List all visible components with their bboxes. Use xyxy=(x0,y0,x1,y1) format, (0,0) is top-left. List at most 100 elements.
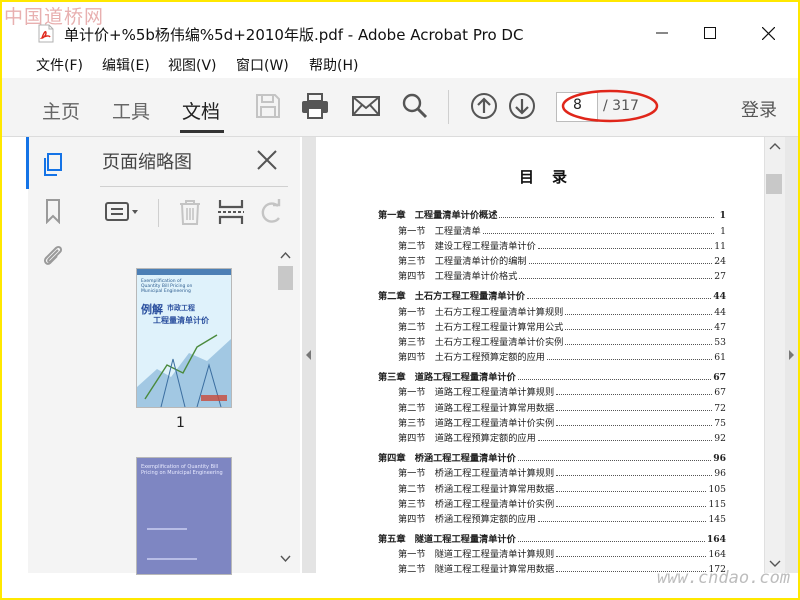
panel-close-button[interactable] xyxy=(257,150,277,170)
toc-entry-label: 第五章 隧道工程工程量清单计价 xyxy=(378,534,516,545)
toc-section-row[interactable]: 第三节 工程量清单计价的编制 24 xyxy=(398,253,726,267)
toc-section-row[interactable]: 第二节 土石方工程工程量计算常用公式 47 xyxy=(398,319,726,333)
toc-entry-label: 第三节 工程量清单计价的编制 xyxy=(398,256,527,267)
close-window-button[interactable] xyxy=(748,18,788,48)
toc-section-row[interactable]: 第一节 道路工程工程量清单计算规则 67 xyxy=(398,384,726,398)
rotate-page-button[interactable] xyxy=(257,198,287,226)
toc-entry-page: 53 xyxy=(714,337,726,348)
toc-entry-label: 第二节 土石方工程工程量计算常用公式 xyxy=(398,322,564,333)
toc-entry-label: 第三节 道路工程工程量清单计价实例 xyxy=(398,418,555,429)
toc-entry-page: 72 xyxy=(714,403,726,414)
bookmark-icon[interactable] xyxy=(40,198,66,225)
menu-file[interactable]: 文件(F) xyxy=(36,55,83,75)
toc-section-row[interactable]: 第四节 土石方工程预算定额的应用 61 xyxy=(398,349,726,363)
thumbnail-1-label: 1 xyxy=(176,415,185,431)
toc-leader-dots xyxy=(528,263,713,264)
toc-section-row[interactable]: 第一节 隧道工程工程量清单计算规则 164 xyxy=(398,546,726,560)
toc-chapter-row[interactable]: 第一章 工程量清单计价概述 1 xyxy=(378,207,726,221)
toc-entry-label: 第一节 桥涵工程工程量清单计算规则 xyxy=(398,468,555,479)
toc-entry-page: 75 xyxy=(714,418,726,429)
print-icon[interactable] xyxy=(300,92,328,120)
toc-leader-dots xyxy=(519,278,713,279)
thumbnail-scrollbar[interactable] xyxy=(277,246,294,573)
toc-entry-page: 164 xyxy=(706,534,726,545)
page-thumbnail-1[interactable]: Exemplification of Quantity Bill Pricing… xyxy=(136,268,232,408)
toc-entry-page: 115 xyxy=(708,499,726,510)
toc-section-row[interactable]: 第三节 道路工程工程量清单计价实例 75 xyxy=(398,415,726,429)
rail-pointer xyxy=(70,160,77,174)
toc-entry-page: 105 xyxy=(708,484,726,495)
toc-entry-label: 第一节 道路工程工程量清单计算规则 xyxy=(398,387,555,398)
toc-leader-dots xyxy=(556,394,713,395)
toc-entry-page: 145 xyxy=(708,514,726,525)
tab-tools[interactable]: 工具 xyxy=(112,97,150,124)
rotate-icon xyxy=(261,199,281,223)
login-link[interactable]: 登录 xyxy=(741,96,777,122)
panel-collapse-handle[interactable] xyxy=(302,137,316,573)
toc-section-row[interactable]: 第四节 工程量清单计价格式 27 xyxy=(398,268,726,282)
menu-window[interactable]: 窗口(W) xyxy=(236,55,289,75)
insert-page-button[interactable] xyxy=(216,198,246,226)
toc-section-row[interactable]: 第二节 道路工程工程量计算常用数据 72 xyxy=(398,400,726,414)
thumbnail-options-button[interactable] xyxy=(104,198,138,226)
document-scroll-thumb[interactable] xyxy=(766,174,782,194)
tab-home[interactable]: 主页 xyxy=(42,97,80,124)
page-up-icon[interactable] xyxy=(470,92,498,120)
panel-title: 页面缩略图 xyxy=(102,152,192,173)
page-thumbnails-icon[interactable] xyxy=(40,152,66,178)
delete-page-button[interactable] xyxy=(175,198,205,226)
page-thumbnail-2[interactable]: Exemplification of Quantity Bill Pricing… xyxy=(136,457,232,575)
toc-entry-page: 1 xyxy=(719,210,726,221)
trash-icon xyxy=(180,200,200,225)
toc-entry-page: 96 xyxy=(713,453,726,464)
active-tab-indicator xyxy=(180,130,224,133)
toc-leader-dots xyxy=(556,491,707,492)
toc-chapter-row[interactable]: 第三章 道路工程工程量清单计价 67 xyxy=(378,369,726,383)
toc-section-row[interactable]: 第一节 桥涵工程工程量清单计算规则 96 xyxy=(398,465,726,479)
toc-entry-label: 第四节 土石方工程预算定额的应用 xyxy=(398,352,545,363)
toc-section-row[interactable]: 第三节 土石方工程工程量清单计价实例 53 xyxy=(398,334,726,348)
toc-leader-dots xyxy=(517,541,705,542)
toc-leader-dots xyxy=(537,440,713,441)
toc-section-row[interactable]: 第一节 土石方工程工程量清单计算规则 44 xyxy=(398,304,726,318)
toc-section-row[interactable]: 第四节 道路工程预算定额的应用 92 xyxy=(398,430,726,444)
scroll-arrows xyxy=(280,251,291,563)
cover-2-english-title: Exemplification of Quantity Bill Pricing… xyxy=(141,464,223,476)
toc-section-row[interactable]: 第三节 桥涵工程工程量清单计价实例 115 xyxy=(398,496,726,510)
document-scrollbar[interactable] xyxy=(764,137,785,573)
menu-view[interactable]: 视图(V) xyxy=(168,55,217,75)
menu-edit[interactable]: 编辑(E) xyxy=(102,55,150,75)
toc-section-row[interactable]: 第四节 桥涵工程预算定额的应用 145 xyxy=(398,511,726,525)
scroll-arrows xyxy=(769,143,781,567)
page-down-icon[interactable] xyxy=(508,92,536,120)
search-icon[interactable] xyxy=(401,92,429,120)
toc-entry-page: 11 xyxy=(714,241,726,252)
thumbnail-scroll-thumb[interactable] xyxy=(278,266,293,290)
toc-leader-dots xyxy=(556,556,707,557)
right-panel-handle[interactable] xyxy=(785,137,798,573)
toc-chapter-row[interactable]: 第五章 隧道工程工程量清单计价 164 xyxy=(378,531,726,545)
toc-chapter-row[interactable]: 第二章 土石方工程工程量清单计价 44 xyxy=(378,288,726,302)
toc-entry-page: 67 xyxy=(713,372,726,383)
toc-entry-label: 第四章 桥涵工程工程量清单计价 xyxy=(378,453,516,464)
toc-entry-page: 92 xyxy=(714,433,726,444)
minimize-button[interactable] xyxy=(642,18,682,48)
toc-entry-label: 第二节 道路工程工程量计算常用数据 xyxy=(398,403,555,414)
menu-help[interactable]: 帮助(H) xyxy=(309,55,358,75)
cover-2-line xyxy=(147,528,187,530)
maximize-button[interactable] xyxy=(690,18,730,48)
toc-entry-page: 96 xyxy=(714,468,726,479)
email-icon[interactable] xyxy=(351,92,380,120)
save-icon[interactable] xyxy=(254,92,282,120)
attachment-icon[interactable] xyxy=(40,242,66,268)
options-menu-icon xyxy=(105,202,138,221)
toc-section-row[interactable]: 第二节 建设工程工程量清单计价 11 xyxy=(398,238,726,252)
toc-chapter-row[interactable]: 第四章 桥涵工程工程量清单计价 96 xyxy=(378,450,726,464)
minimize-icon xyxy=(656,32,668,34)
toc-section-row[interactable]: 第一节 工程量清单 1 xyxy=(398,223,726,237)
toc-section-row[interactable]: 第二节 桥涵工程工程量计算常用数据 105 xyxy=(398,481,726,495)
toolbar-separator xyxy=(448,90,449,124)
tab-document[interactable]: 文档 xyxy=(182,97,220,124)
toc-title: 目录 xyxy=(519,168,586,186)
close-icon xyxy=(761,26,775,40)
